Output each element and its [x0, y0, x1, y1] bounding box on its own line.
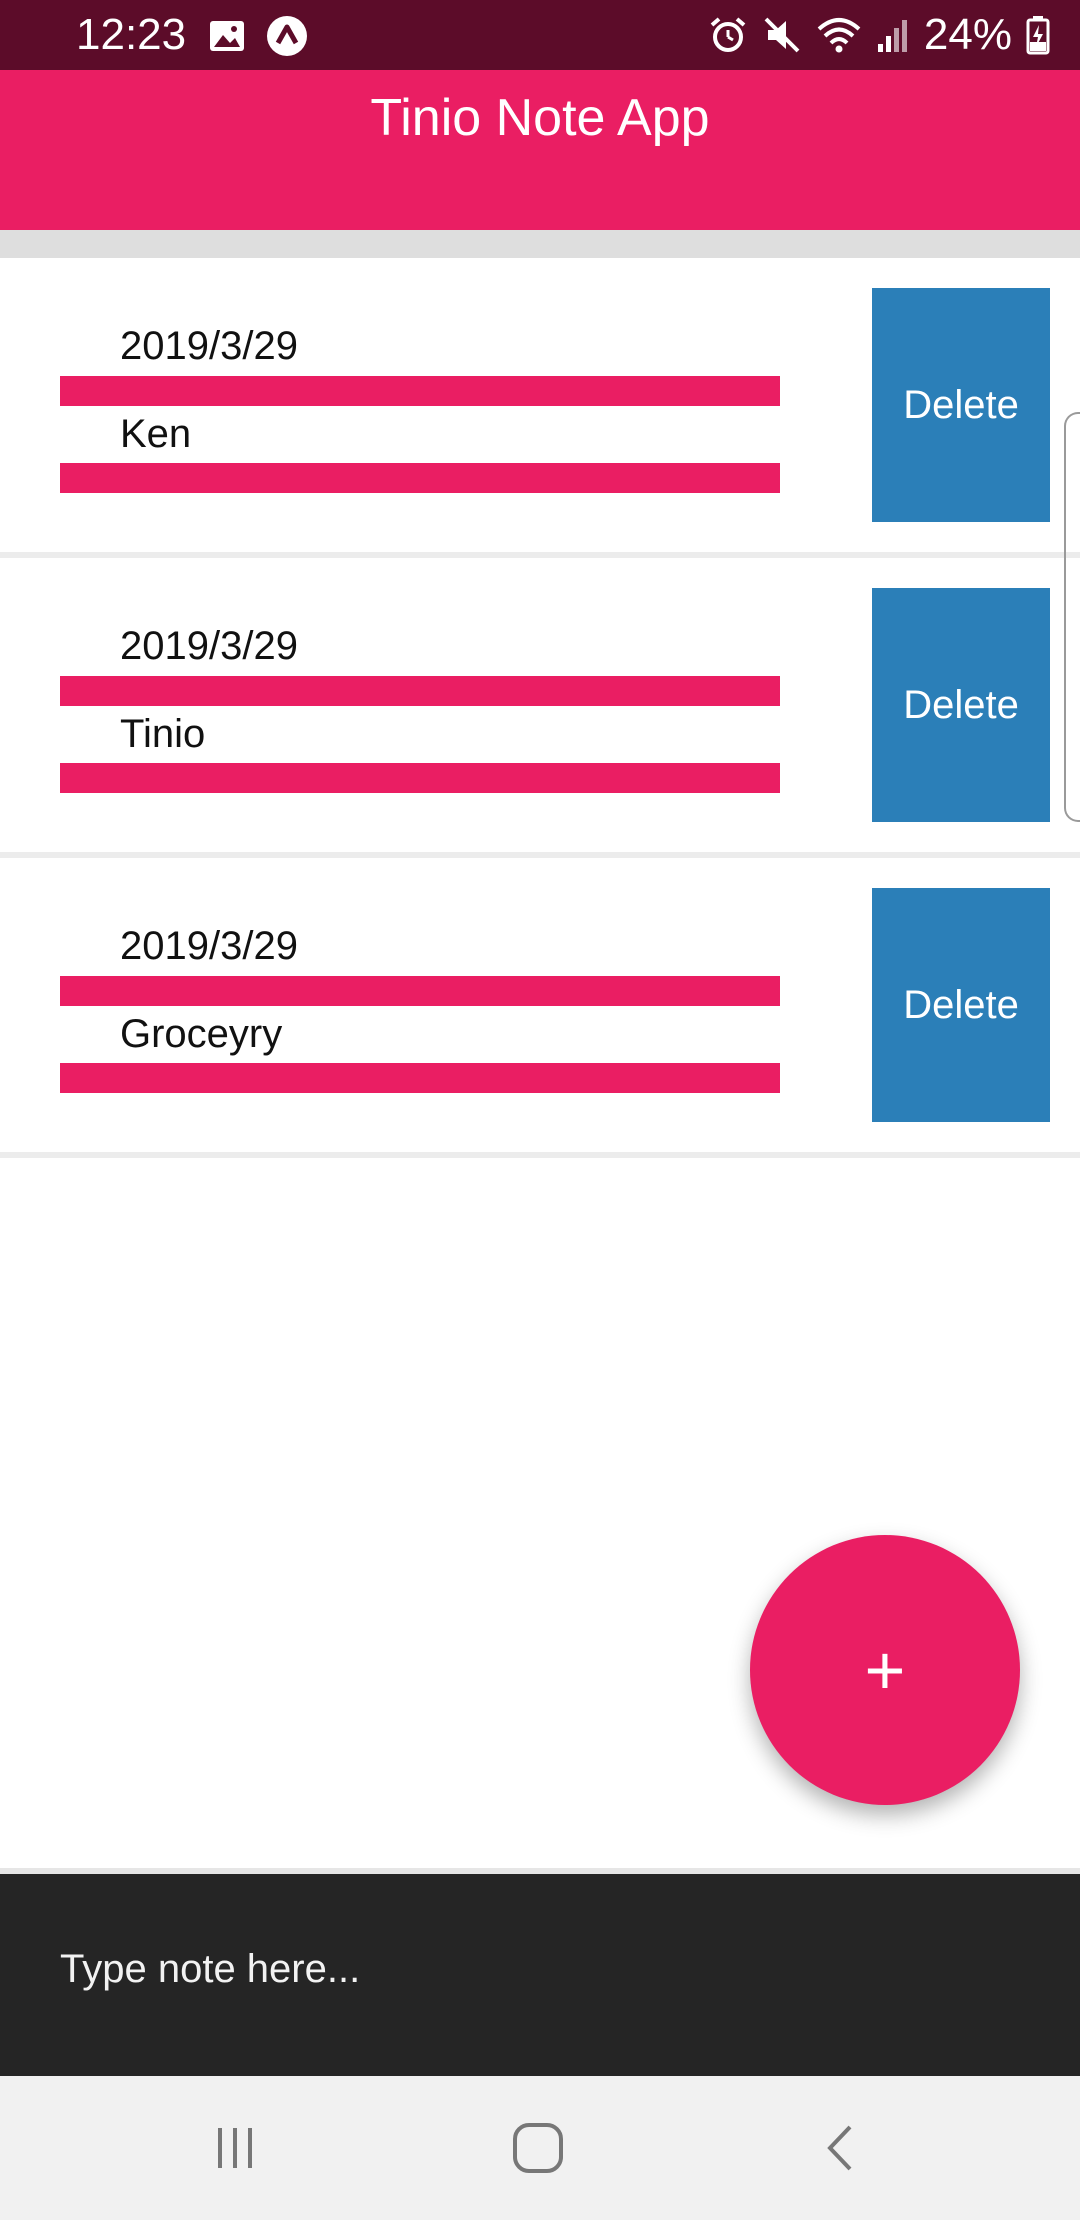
- note-item: 2019/3/29 Tinio Delete: [0, 558, 1080, 858]
- signal-icon: [876, 16, 910, 54]
- note-title-underline: [60, 763, 780, 793]
- note-date: 2019/3/29: [120, 324, 298, 368]
- status-bar: 12:23 24%: [0, 0, 1080, 70]
- app-notification-icon: [266, 15, 308, 62]
- note-title: Groceyry: [120, 1012, 283, 1056]
- header-divider: [0, 230, 1080, 258]
- notes-list: 2019/3/29 Ken Delete 2019/3/29 Tinio Del…: [0, 258, 1080, 1158]
- note-date-underline: [60, 976, 780, 1006]
- note-date: 2019/3/29: [120, 924, 298, 968]
- note-input[interactable]: [60, 1934, 1020, 2004]
- note-title-underline: [60, 1063, 780, 1093]
- battery-icon: [1026, 15, 1050, 55]
- note-title: Ken: [120, 412, 192, 456]
- home-icon[interactable]: [508, 2118, 568, 2178]
- delete-button[interactable]: Delete: [872, 288, 1050, 522]
- delete-button[interactable]: Delete: [872, 888, 1050, 1122]
- recent-apps-icon[interactable]: [205, 2118, 265, 2178]
- scroll-indicator[interactable]: [1064, 412, 1080, 822]
- note-item: 2019/3/29 Ken Delete: [0, 258, 1080, 558]
- back-icon[interactable]: [810, 2118, 870, 2178]
- note-date-underline: [60, 376, 780, 406]
- status-time: 12:23: [76, 10, 187, 59]
- image-icon: [208, 19, 246, 58]
- app-title: Tinio Note App: [370, 89, 710, 147]
- app-bar: Tinio Note App: [0, 70, 1080, 230]
- battery-percentage: 24%: [923, 10, 1012, 59]
- status-notification-icons: [208, 15, 308, 62]
- delete-button[interactable]: Delete: [872, 588, 1050, 822]
- wifi-icon: [816, 15, 862, 55]
- note-title: Tinio: [120, 712, 206, 756]
- alarm-icon: [708, 15, 748, 55]
- mute-icon: [762, 15, 802, 55]
- status-system-icons: 24%: [708, 10, 1050, 60]
- note-input-bar: [0, 1868, 1080, 2076]
- note-title-underline: [60, 463, 780, 493]
- navigation-bar: [0, 2076, 1080, 2220]
- add-note-button[interactable]: +: [750, 1535, 1020, 1805]
- note-item: 2019/3/29 Groceyry Delete: [0, 858, 1080, 1158]
- note-date: 2019/3/29: [120, 624, 298, 668]
- note-date-underline: [60, 676, 780, 706]
